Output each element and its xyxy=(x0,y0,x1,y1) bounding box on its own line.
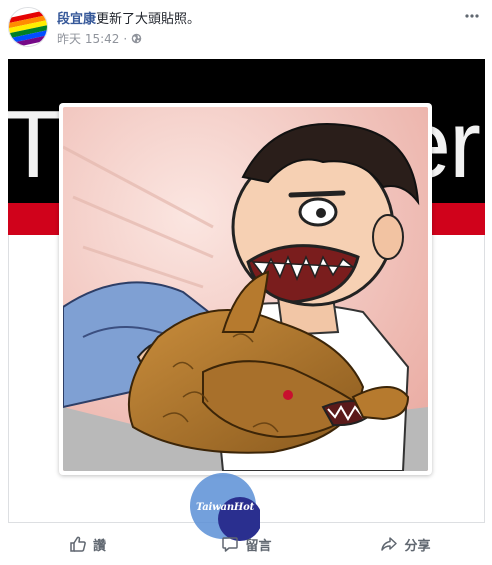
more-options-button[interactable] xyxy=(464,8,480,24)
comment-label: 留言 xyxy=(245,538,272,554)
meta-separator: · xyxy=(123,31,128,46)
globe-icon[interactable] xyxy=(131,33,142,44)
comment-icon xyxy=(222,537,239,552)
feed-post: 段宜康更新了大頭貼照。 昨天 15:42 · Th er xyxy=(0,0,492,565)
author-avatar[interactable] xyxy=(8,7,48,47)
post-action-bar: 讚 留言 分享 xyxy=(8,528,485,560)
like-label: 讚 xyxy=(92,538,106,554)
thumbs-up-icon xyxy=(70,536,86,552)
comment-button[interactable]: 留言 xyxy=(167,528,326,560)
post-timestamp[interactable]: 昨天 15:42 xyxy=(57,30,119,47)
profile-picture[interactable] xyxy=(59,103,432,475)
more-options-icon xyxy=(465,14,479,18)
author-name-link[interactable]: 段宜康 xyxy=(57,12,96,27)
share-button[interactable]: 分享 xyxy=(326,528,485,560)
post-headline: 段宜康更新了大頭貼照。 xyxy=(57,8,200,27)
cartoon-profile-image xyxy=(63,107,428,471)
post-action-text: 更新了大頭貼照。 xyxy=(96,12,201,27)
watermark-text: TaiwanHot xyxy=(195,502,255,513)
rainbow-flag-avatar-image xyxy=(9,8,47,46)
post-meta: 昨天 15:42 · xyxy=(57,30,142,47)
like-button[interactable]: 讚 xyxy=(8,528,167,560)
share-icon xyxy=(381,537,398,551)
share-label: 分享 xyxy=(404,538,431,554)
